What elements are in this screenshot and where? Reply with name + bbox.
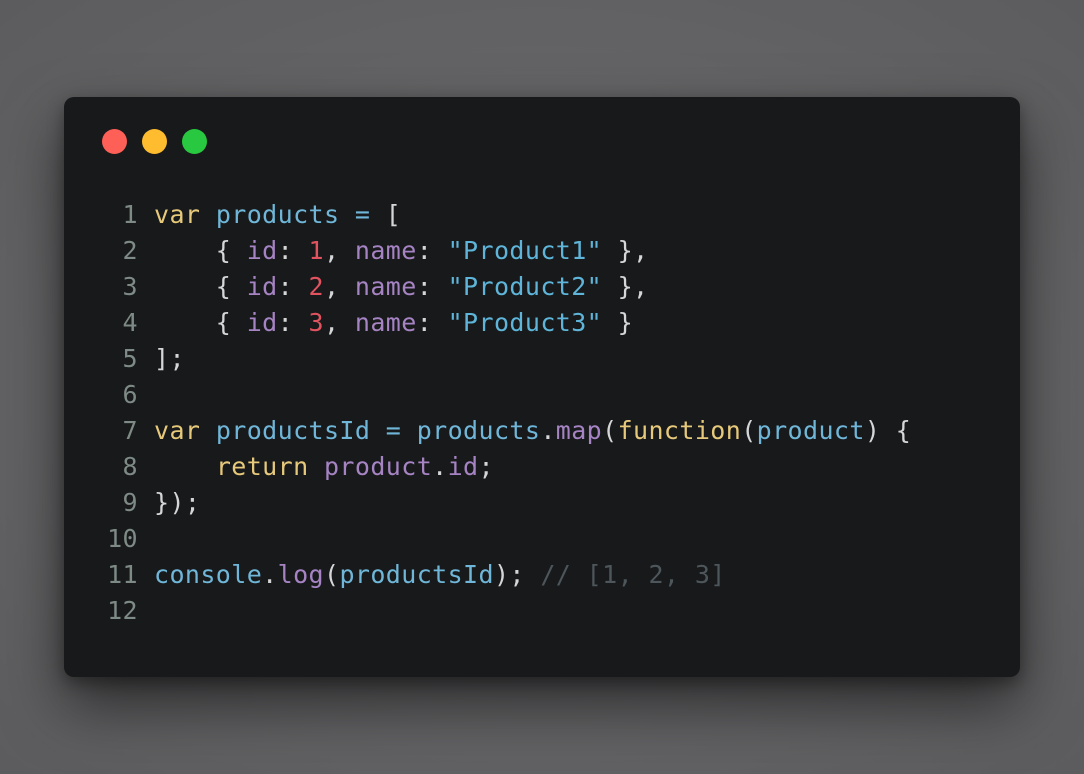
- code-line-content: { id: 2, name: "Product2" },: [154, 269, 648, 305]
- code-token: (: [602, 416, 618, 445]
- code-token: :: [277, 308, 309, 337]
- code-line-content: { id: 1, name: "Product1" },: [154, 233, 648, 269]
- code-token: =: [370, 416, 417, 445]
- code-line-content: ];: [154, 341, 185, 377]
- code-token: ,: [323, 308, 355, 337]
- code-token: products: [416, 416, 541, 445]
- code-token: :: [416, 272, 448, 301]
- code-token: (: [741, 416, 757, 445]
- code-token: product: [323, 452, 433, 481]
- code-line: 5];: [104, 341, 911, 377]
- code-token: productsId: [339, 560, 494, 589]
- code-token: });: [154, 488, 201, 517]
- code-line: 3 { id: 2, name: "Product2" },: [104, 269, 911, 305]
- code-token: // [1, 2, 3]: [540, 560, 726, 589]
- code-token: :: [277, 236, 309, 265]
- minimize-button[interactable]: [142, 129, 167, 154]
- code-token: {: [154, 272, 247, 301]
- code-token: :: [416, 308, 448, 337]
- line-number: 8: [122, 452, 138, 481]
- code-token: .: [432, 452, 448, 481]
- code-token: [: [385, 200, 402, 229]
- code-line: 7 var productsId = products.map(function(…: [104, 413, 911, 449]
- code-token: console: [154, 560, 263, 589]
- code-token: .: [540, 416, 556, 445]
- code-token: :: [277, 272, 309, 301]
- code-line-content: return product.id;: [154, 449, 494, 485]
- code-line: 4 { id: 3, name: "Product3" }: [104, 305, 911, 341]
- code-line-content: });: [154, 485, 200, 521]
- close-button[interactable]: [102, 129, 127, 154]
- code-token: .: [262, 560, 278, 589]
- code-token: (: [323, 560, 340, 589]
- code-token: ,: [323, 272, 355, 301]
- code-line-content: var productsId = products.map(function(p…: [154, 413, 911, 449]
- code-line-content: console.log(productsId); // [1, 2, 3]: [154, 557, 726, 593]
- code-token: var: [154, 200, 201, 229]
- code-token: id: [246, 308, 278, 337]
- line-number: 12: [107, 596, 138, 625]
- line-number: 11: [107, 560, 138, 589]
- code-token: 3: [308, 308, 324, 337]
- code-token: log: [277, 560, 324, 589]
- code-token: {: [154, 308, 247, 337]
- code-token: name: [354, 272, 417, 301]
- code-token: id: [246, 236, 278, 265]
- code-line: 1 var products = [: [104, 197, 911, 233]
- code-token: id: [447, 452, 479, 481]
- code-line-content: { id: 3, name: "Product3" }: [154, 305, 633, 341]
- line-number: 7: [122, 416, 138, 445]
- code-token: products: [215, 200, 340, 229]
- code-token: name: [354, 308, 417, 337]
- code-token: =: [339, 200, 386, 229]
- line-number: 9: [122, 488, 138, 517]
- code-token: function: [617, 416, 742, 445]
- code-token: product: [756, 416, 865, 445]
- code-token: );: [493, 560, 541, 589]
- code-token: id: [246, 272, 278, 301]
- code-line: 6: [104, 377, 911, 413]
- code-token: ,: [323, 236, 355, 265]
- code-line: 11 console.log(productsId); // [1, 2, 3]: [104, 557, 911, 593]
- code-line-content: var products = [: [154, 197, 401, 233]
- code-token: {: [154, 236, 247, 265]
- code-token: "Product2": [447, 272, 603, 301]
- code-block: 1 var products = [2 { id: 1, name: "Produ…: [104, 197, 911, 629]
- code-token: return: [215, 452, 309, 481]
- code-token: 1: [308, 236, 324, 265]
- line-number: 3: [122, 272, 138, 301]
- code-token: var: [154, 416, 201, 445]
- code-token: :: [416, 236, 448, 265]
- code-token: map: [555, 416, 603, 445]
- line-number: 6: [122, 380, 138, 409]
- code-token: "Product3": [447, 308, 603, 337]
- line-number: 1: [122, 200, 138, 229]
- code-token: ];: [154, 344, 185, 373]
- code-token: ) {: [864, 416, 912, 445]
- code-token: },: [602, 272, 649, 301]
- code-line: 10: [104, 521, 911, 557]
- code-window: 1 var products = [2 { id: 1, name: "Produ…: [64, 97, 1020, 677]
- code-token: }: [602, 308, 634, 337]
- code-token: ;: [478, 452, 494, 481]
- code-line: 8 return product.id;: [104, 449, 911, 485]
- line-number: 4: [122, 308, 138, 337]
- window-controls: [102, 129, 207, 154]
- code-line: 9});: [104, 485, 911, 521]
- maximize-button[interactable]: [182, 129, 207, 154]
- code-line: 12: [104, 593, 911, 629]
- code-token: name: [354, 236, 417, 265]
- code-token: },: [602, 236, 649, 265]
- code-token: productsId: [215, 416, 371, 445]
- code-token: "Product1": [447, 236, 603, 265]
- line-number: 2: [122, 236, 138, 265]
- line-number: 5: [122, 344, 138, 373]
- code-token: 2: [308, 272, 324, 301]
- line-number: 10: [107, 524, 138, 553]
- code-line: 2 { id: 1, name: "Product1" },: [104, 233, 911, 269]
